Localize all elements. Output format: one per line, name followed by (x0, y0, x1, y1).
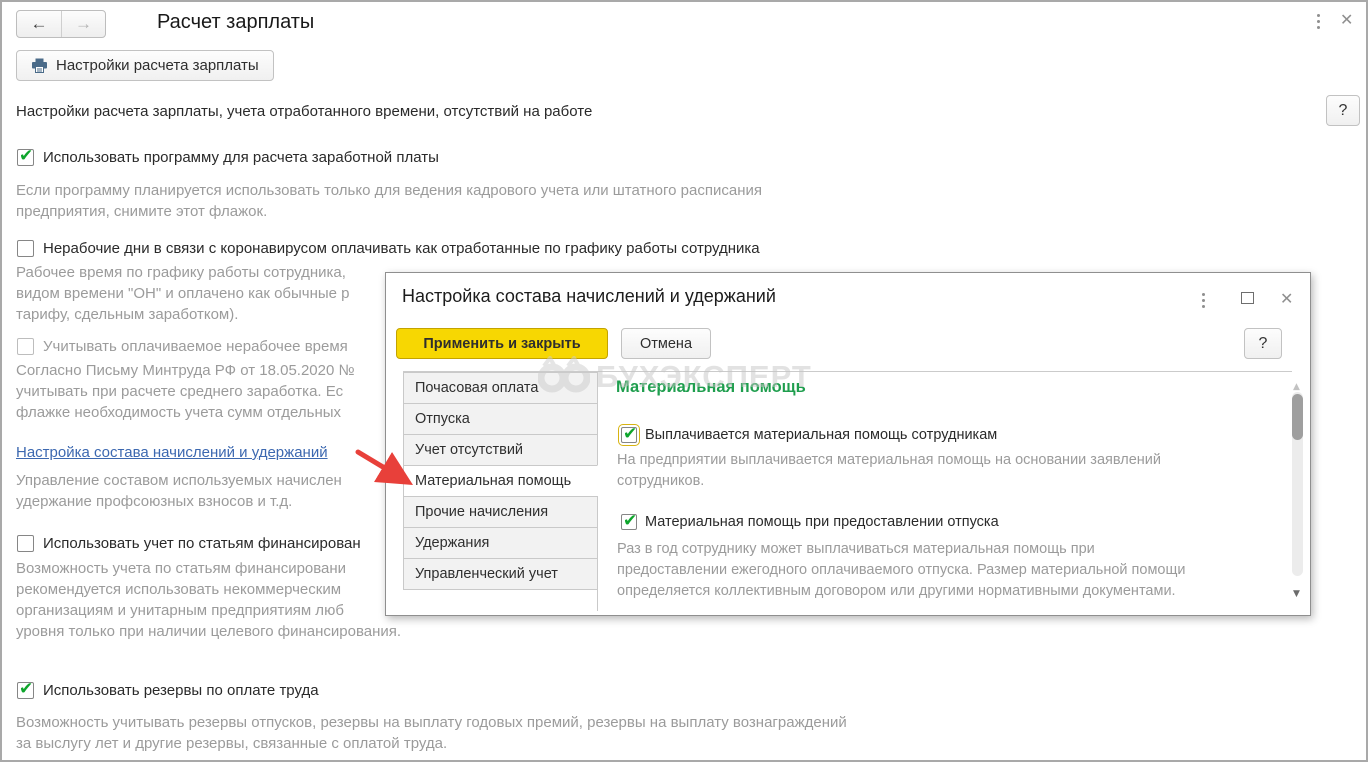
tab-other-accruals[interactable]: Прочие начисления (403, 496, 598, 528)
comment-line: Возможность учитывать резервы отпусков, … (16, 714, 847, 731)
accruals-settings-link[interactable]: Настройка состава начислений и удержаний (16, 444, 328, 461)
history-nav-group (16, 10, 106, 38)
dialog-content-panel: Материальная помощь Выплачивается матери… (597, 372, 1292, 611)
scrollbar-thumb[interactable] (1292, 394, 1303, 440)
checkbox-label: Нерабочие дни в связи с коронавирусом оп… (43, 240, 760, 257)
comment-line: уровня только при наличии целевого финан… (16, 623, 402, 640)
comment-line: сотрудников. (617, 473, 705, 489)
comment-line: определяется коллективным договором или … (617, 583, 1176, 599)
help-button[interactable]: ? (1326, 95, 1360, 126)
comment-line: видом времени "ОН" и оплачено как обычны… (16, 285, 350, 302)
content-scrollbar[interactable] (1291, 373, 1305, 611)
comment-line: тарифу, сдельным заработком). (16, 306, 239, 323)
checkbox-row-covid-days[interactable]: Нерабочие дни в связи с коронавирусом оп… (17, 240, 760, 257)
forward-button[interactable] (61, 11, 105, 37)
comment-mintrud: Согласно Письму Минтруда РФ от 18.05.202… (16, 360, 355, 423)
comment-use-program: Если программу планируется использовать … (16, 180, 762, 222)
checkbox-covid-days[interactable] (17, 240, 34, 257)
checkbox-row-financing[interactable]: Использовать учет по статьям финансирова… (17, 535, 361, 552)
checkbox-label: Использовать программу для расчета зараб… (43, 149, 439, 166)
scrollbar-track[interactable] (1292, 392, 1303, 576)
comment-line: организациям и унитарным предприятиям лю… (16, 602, 344, 619)
tab-deductions[interactable]: Удержания (403, 527, 598, 559)
dialog-help-button[interactable]: ? (1244, 328, 1282, 359)
comment-line: предприятия, снимите этот флажок. (16, 203, 268, 220)
comment-reserves: Возможность учитывать резервы отпусков, … (16, 712, 847, 754)
section-heading: Материальная помощь (616, 378, 806, 396)
checkbox-label: Выплачивается материальная помощь сотруд… (645, 427, 998, 443)
comment-covid-days: Рабочее время по графику работы сотрудни… (16, 262, 350, 325)
comment-line: удержание профсоюзных взносов и т.д. (16, 493, 293, 510)
comment-line: Возможность учета по статьям финансирова… (16, 560, 347, 577)
comment-line: рекомендуется использовать некоммерчески… (16, 581, 342, 598)
toolbar-button-label: Настройки расчета зарплаты (56, 57, 259, 74)
checkbox-use-program[interactable] (17, 146, 34, 166)
window-menu-icon[interactable] (1313, 10, 1324, 33)
tab-hourly-pay[interactable]: Почасовая оплата (403, 372, 598, 404)
tab-material-help[interactable]: Материальная помощь (403, 465, 598, 497)
window-close-icon[interactable] (1340, 10, 1353, 30)
comment-line: предоставлении ежегодного оплачиваемого … (617, 562, 1186, 578)
apply-and-close-button[interactable]: Применить и закрыть (396, 328, 608, 359)
comment-line: Рабочее время по графику работы сотрудни… (16, 264, 346, 281)
checkbox-row-reserves[interactable]: Использовать резервы по оплате труда (17, 679, 319, 699)
checkbox-label: Материальная помощь при предоставлении о… (645, 514, 999, 530)
dialog-body: Материальная помощь Выплачивается матери… (403, 371, 1292, 611)
checkbox-label: Использовать резервы по оплате труда (43, 682, 319, 699)
checkbox-row-pay-material-help[interactable]: Выплачивается материальная помощь сотруд… (618, 424, 998, 446)
comment-pay-material-help: На предприятии выплачивается материальна… (617, 450, 1161, 492)
checkbox-row-use-program[interactable]: Использовать программу для расчета зараб… (17, 146, 439, 166)
checkbox-vacation-material-help[interactable] (621, 511, 637, 531)
comment-line: флажке необходимость учета сумм отдельны… (16, 404, 342, 421)
back-arrow-icon (31, 14, 48, 34)
checkbox-pay-material-help[interactable] (618, 424, 640, 446)
page-description: Настройки расчета зарплаты, учета отрабо… (16, 103, 593, 120)
comment-line: Раз в год сотруднику может выплачиваться… (617, 541, 1095, 557)
cancel-button[interactable]: Отмена (621, 328, 711, 359)
tab-vacations[interactable]: Отпуска (403, 403, 598, 435)
comment-line: учитывать при расчете среднего заработка… (16, 383, 344, 400)
red-pointer-arrow-icon (355, 449, 414, 486)
tab-absence-accounting[interactable]: Учет отсутствий (403, 434, 598, 466)
checkbox-row-vacation-material-help[interactable]: Материальная помощь при предоставлении о… (621, 511, 999, 531)
checkbox-reserves[interactable] (17, 679, 34, 699)
comment-line: Если программу планируется использовать … (16, 182, 762, 199)
back-button[interactable] (17, 11, 61, 37)
comment-line: Согласно Письму Минтруда РФ от 18.05.202… (16, 362, 355, 379)
comment-line: за выслугу лет и другие резервы, связанн… (16, 735, 448, 752)
dialog-title: Настройка состава начислений и удержаний (402, 286, 776, 306)
comment-line: На предприятии выплачивается материальна… (617, 452, 1161, 468)
checkbox-label: Использовать учет по статьям финансирова… (43, 535, 361, 552)
dialog-tab-list: Почасовая оплата Отпуска Учет отсутствий… (403, 372, 598, 590)
checkbox-label: Учитывать оплачиваемое нерабочее время (43, 338, 348, 355)
tab-management-accounting[interactable]: Управленческий учет (403, 558, 598, 590)
checkbox-paid-nonworking (17, 338, 34, 355)
accruals-settings-dialog: Настройка состава начислений и удержаний… (385, 272, 1311, 616)
salary-settings-print-button[interactable]: Настройки расчета зарплаты (16, 50, 274, 81)
checkbox-financing[interactable] (17, 535, 34, 552)
comment-accruals-link: Управление составом используемых начисле… (16, 470, 342, 512)
comment-financing: Возможность учета по статьям финансирова… (16, 558, 401, 642)
forward-arrow-icon (75, 14, 92, 34)
dialog-close-icon[interactable] (1280, 289, 1293, 309)
page-title: Расчет зарплаты (157, 11, 315, 33)
comment-line: Управление составом используемых начисле… (16, 472, 342, 489)
dialog-maximize-icon[interactable] (1241, 292, 1254, 304)
dialog-menu-icon[interactable] (1198, 289, 1209, 312)
scroll-down-icon[interactable] (1293, 583, 1300, 601)
checkbox-row-paid-nonworking: Учитывать оплачиваемое нерабочее время (17, 338, 348, 355)
printer-icon (31, 58, 48, 73)
comment-vacation-material-help: Раз в год сотруднику может выплачиваться… (617, 539, 1186, 602)
app-window: Расчет зарплаты Настройки расчета зарпла… (0, 0, 1368, 762)
